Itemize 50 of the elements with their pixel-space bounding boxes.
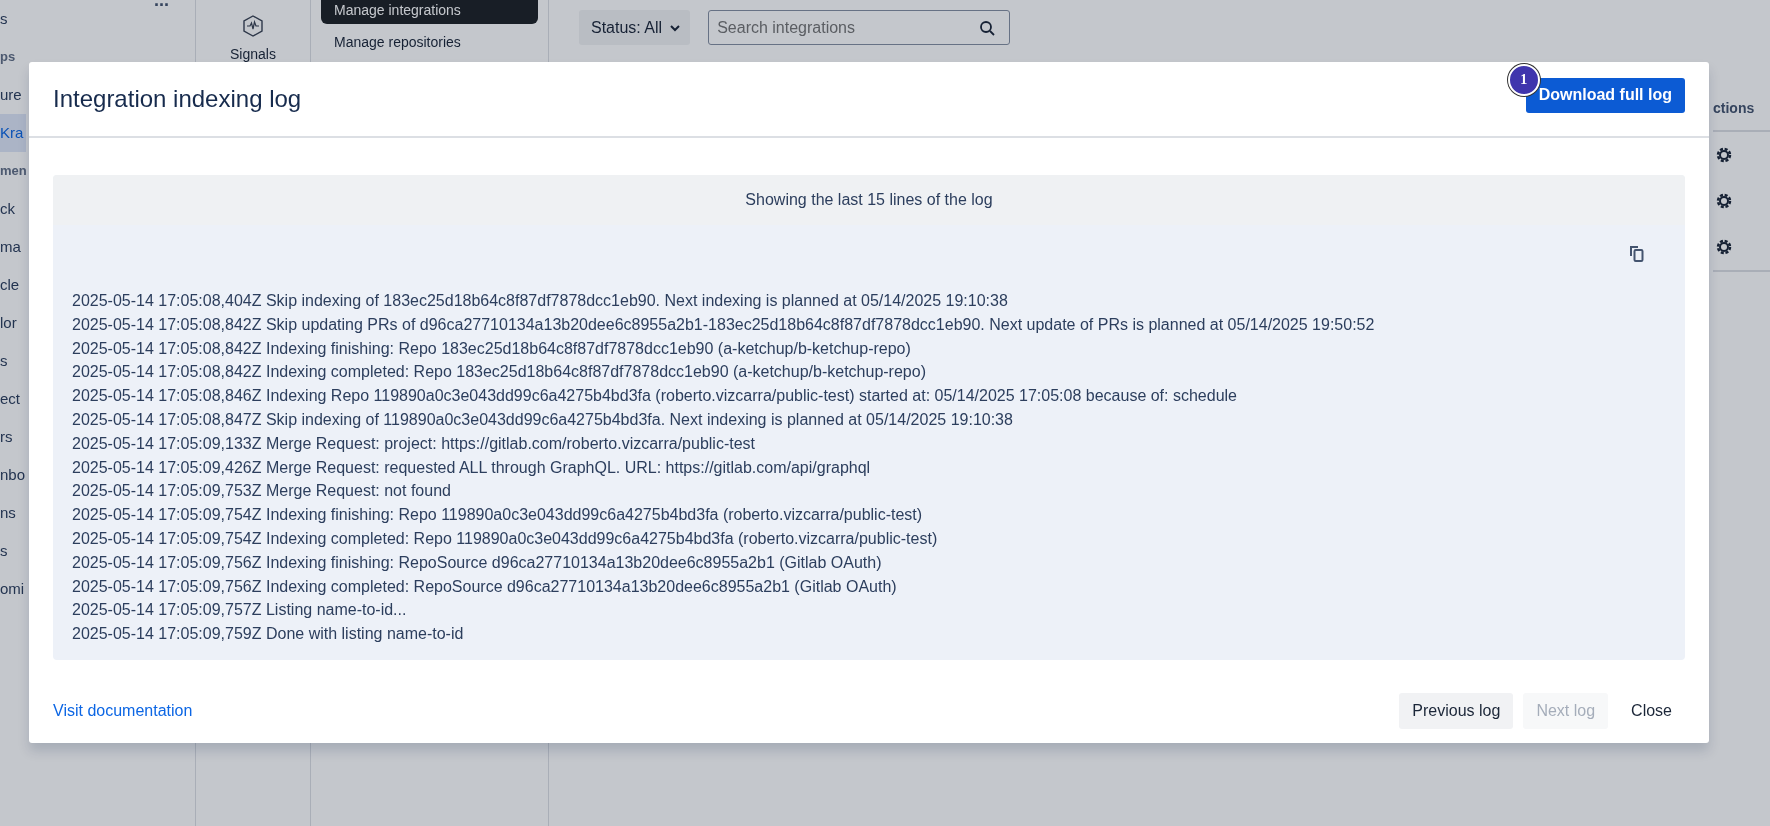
log-line: 2025-05-14 17:05:08,842Z Indexing finishing: Repo 183ec25d18b64c8f87df7878dcc1eb90 (a-ketchup/b-ketchup-repo) — [72, 338, 912, 359]
log-line: 2025-05-14 17:05:09,754Z Indexing finishing: Repo 119890a0c3e043dd99c6a4275b4bd3fa (roberto.vizcarra/public-test) — [72, 505, 924, 526]
download-button[interactable]: Download full log — [1525, 77, 1685, 113]
nav-button[interactable]: Previous log — [1399, 693, 1514, 729]
log-line: 2025-05-14 17:05:08,847Z Skip indexing of 119890a0c3e043dd99c6a4275b4bd3fa. Next indexing is planned at 05/14/2025 19:10:38 — [72, 410, 1014, 430]
documentation-link[interactable]: Visit documentation — [53, 702, 193, 720]
sidebar-item[interactable]: s — [0, 532, 8, 570]
close-button[interactable]: Close — [1618, 693, 1685, 729]
log-line: 2025-05-14 17:05:09,753Z Merge Request: not found — [72, 481, 452, 502]
submenu-item[interactable]: Manage repositories — [321, 28, 538, 56]
log-line: 2025-05-14 17:05:09,759Z Done with listing name-to-id — [72, 624, 465, 645]
submenu-item[interactable]: Manage integrations — [321, 0, 538, 24]
sidebar-item[interactable]: ck — [0, 190, 15, 228]
sidebar-section-header: ps — [0, 48, 16, 66]
signals-nav-item[interactable]: Signals — [196, 0, 310, 62]
sidebar-item[interactable]: s — [0, 0, 8, 38]
sidebar-item[interactable]: rs — [0, 418, 13, 456]
log-line: 2025-05-14 17:05:09,426Z Merge Request: requested ALL through GraphQL. URL: https://gitlab.com/api/graphql — [72, 457, 872, 478]
sidebar-item[interactable]: Kra — [0, 114, 27, 152]
copy-icon[interactable] — [1629, 245, 1645, 263]
sidebar-item[interactable]: s — [0, 342, 8, 380]
sidebar-item[interactable]: lor — [0, 304, 17, 342]
sidebar-item[interactable]: ect — [0, 380, 20, 418]
log-line: 2025-05-14 17:05:08,404Z Skip indexing of 183ec25d18b64c8f87df7878dcc1eb90. Next indexing is planned at 05/14/2025 19:10:38 — [72, 291, 1009, 311]
log-line: 2025-05-14 17:05:09,754Z Indexing completed: Repo 119890a0c3e043dd99c6a4275b4bd3fa (roberto.vizcarra/public-test) — [72, 528, 939, 549]
log-line: 2025-05-14 17:05:09,756Z Indexing finishing: RepoSource d96ca27710134a13b20dee6c8955a2b1 (Gitlab OAuth) — [72, 552, 883, 573]
log-line: 2025-05-14 17:05:09,756Z Indexing completed: RepoSource d96ca27710134a13b20dee6c8955a2b1 (Gitlab OAuth) — [72, 576, 898, 597]
chevron-down-icon — [670, 23, 681, 32]
status-filter-dropdown[interactable]: Status: All — [579, 10, 691, 45]
log-line: 2025-05-14 17:05:08,842Z Skip updating PRs of d96ca27710134a13b20dee6c8955a2b1-183ec25d18b64c8f87df7878dcc1eb90. Next update of PRs is planned at 05/14/2025 19:50:52 — [72, 314, 1376, 335]
column-header: ctions — [1713, 100, 1755, 116]
sidebar-section-header: men — [0, 162, 27, 180]
sidebar-item[interactable]: omi — [0, 570, 25, 608]
log-header: Showing the last 15 lines of the log — [745, 191, 993, 209]
sidebar-item[interactable]: cle — [0, 266, 20, 304]
more-menu[interactable]: ... — [154, 0, 169, 11]
signal-icon — [241, 14, 265, 38]
step-badge: 1 — [1507, 63, 1540, 96]
log-line: 2025-05-14 17:05:08,846Z Indexing Repo 119890a0c3e043dd99c6a4275b4bd3fa (roberto.vizcarra/public-test) started at: 05/14/2025 17:05:08 because of: schedule — [72, 386, 1238, 407]
log-line: 2025-05-14 17:05:08,842Z Indexing completed: Repo 183ec25d18b64c8f87df7878dcc1eb90 (a-ketchup/b-ketchup-repo) — [72, 362, 927, 383]
sidebar-item[interactable]: ns — [0, 494, 16, 532]
sidebar-item[interactable]: ure — [0, 76, 22, 114]
search-field[interactable]: Search integrations — [708, 10, 1011, 45]
modal-title: Integration indexing log — [53, 85, 302, 113]
log-line: 2025-05-14 17:05:09,757Z Listing name-to-id... — [72, 600, 408, 621]
sidebar-item[interactable]: nbo — [0, 456, 26, 494]
search-icon — [979, 19, 996, 36]
sidebar-item[interactable]: ma — [0, 228, 21, 266]
search-input[interactable]: Search integrations — [715, 17, 980, 38]
log-line: 2025-05-14 17:05:09,133Z Merge Request: project: https://gitlab.com/roberto.vizcarra/public-test — [72, 433, 757, 454]
